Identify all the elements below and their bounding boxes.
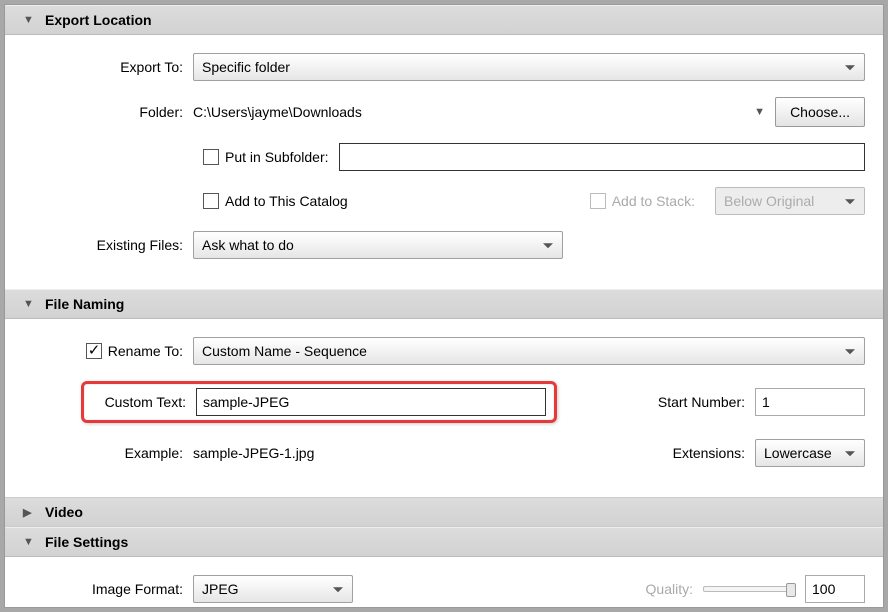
disclosure-down-icon: ▼ (23, 14, 35, 26)
extensions-label: Extensions: (673, 445, 755, 461)
example-label: Example: (23, 445, 193, 461)
add-to-catalog-label: Add to This Catalog (225, 193, 348, 209)
add-to-stack-select: Below Original (715, 187, 865, 215)
put-in-subfolder-checkbox[interactable] (203, 149, 219, 165)
rename-to-checkbox[interactable] (86, 343, 102, 359)
folder-dropdown-icon[interactable]: ▼ (734, 106, 775, 118)
quality-input[interactable] (805, 575, 865, 603)
section-body-file-settings: Image Format: JPEG Quality: (5, 557, 883, 608)
rename-to-label: Rename To: (108, 343, 183, 359)
add-to-catalog-checkbox[interactable] (203, 193, 219, 209)
disclosure-down-icon: ▼ (23, 536, 35, 548)
disclosure-down-icon: ▼ (23, 298, 35, 310)
section-title: File Naming (45, 296, 124, 312)
subfolder-input[interactable] (339, 143, 865, 171)
rename-to-select[interactable]: Custom Name - Sequence (193, 337, 865, 365)
custom-text-input[interactable] (196, 388, 546, 416)
image-format-select[interactable]: JPEG (193, 575, 353, 603)
choose-folder-button[interactable]: Choose... (775, 97, 865, 127)
start-number-input[interactable] (755, 388, 865, 416)
export-to-label: Export To: (23, 59, 193, 75)
section-title: Export Location (45, 12, 152, 28)
quality-slider[interactable] (703, 586, 793, 592)
section-body-export-location: Export To: Specific folder Folder: C:\Us… (5, 35, 883, 289)
custom-text-label: Custom Text: (92, 394, 196, 410)
folder-label: Folder: (23, 104, 193, 120)
existing-files-select[interactable]: Ask what to do (193, 231, 563, 259)
extensions-select[interactable]: Lowercase (755, 439, 865, 467)
slider-thumb-icon (786, 583, 796, 597)
image-format-label: Image Format: (23, 581, 193, 597)
add-to-stack-label: Add to Stack: (612, 193, 695, 209)
section-header-video[interactable]: ▶ Video (5, 497, 883, 527)
existing-files-label: Existing Files: (23, 237, 193, 253)
section-header-export-location[interactable]: ▼ Export Location (5, 5, 883, 35)
section-title: File Settings (45, 534, 128, 550)
section-title: Video (45, 504, 83, 520)
section-header-file-naming[interactable]: ▼ File Naming (5, 289, 883, 319)
put-in-subfolder-label: Put in Subfolder: (225, 149, 329, 165)
add-to-stack-checkbox (590, 193, 606, 209)
folder-path: C:\Users\jayme\Downloads (193, 100, 734, 124)
section-header-file-settings[interactable]: ▼ File Settings (5, 527, 883, 557)
start-number-label: Start Number: (658, 394, 755, 410)
section-body-file-naming: Rename To: Custom Name - Sequence Custom… (5, 319, 883, 497)
example-value: sample-JPEG-1.jpg (193, 445, 314, 461)
custom-text-highlight: Custom Text: (81, 381, 557, 423)
quality-label: Quality: (646, 581, 703, 597)
disclosure-right-icon: ▶ (23, 506, 35, 519)
export-to-select[interactable]: Specific folder (193, 53, 865, 81)
